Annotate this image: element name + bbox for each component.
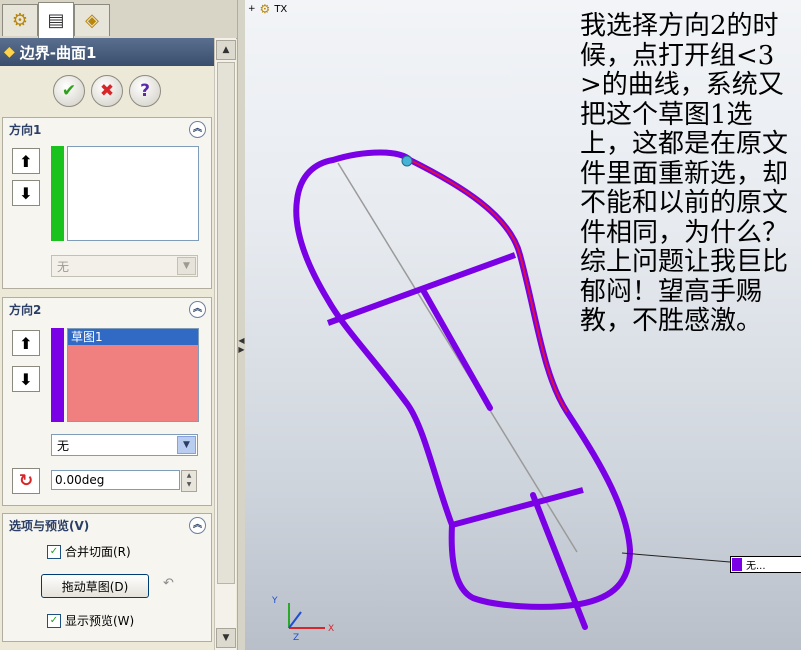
arrow-up-icon: ⬆ xyxy=(19,151,33,171)
help-icon: ? xyxy=(140,81,150,101)
curve-callout-tag[interactable]: 无... xyxy=(730,556,801,573)
merge-tangent-faces-label: 合并切面(R) xyxy=(65,545,131,559)
feature-manager-icon: ⚙ xyxy=(11,10,29,31)
move-down-button[interactable]: ⬇ xyxy=(12,366,40,392)
checkmark-icon[interactable]: ✓ xyxy=(47,544,61,559)
feature-title: 边界-曲面1 xyxy=(19,43,97,62)
cross-section-lower[interactable] xyxy=(451,487,584,528)
show-preview-label: 显示预览(W) xyxy=(65,614,135,628)
longitudinal-bar-upper[interactable] xyxy=(420,287,493,411)
options-title: 选项与预览(V) xyxy=(9,518,90,533)
callout-text: 无... xyxy=(746,561,766,572)
direction1-tangency-value: 无 xyxy=(57,260,70,274)
question-annotation-text: 我选择方向2的时候，点打开组<3>的曲线，系统又把这个草图1选上，这都是在原文件… xyxy=(580,11,789,336)
ok-button[interactable]: ✔ xyxy=(53,75,85,107)
direction1-tangency-select[interactable]: 无 ▼ xyxy=(51,255,198,277)
feature-title-bar: ◆ 边界-曲面1 xyxy=(0,38,214,66)
help-button[interactable]: ? xyxy=(129,75,161,107)
merge-tangent-faces-checkbox[interactable]: ✓ 合并切面(R) xyxy=(47,543,131,560)
cancel-button[interactable]: ✖ xyxy=(91,75,123,107)
collapse-icon[interactable]: ︽ xyxy=(189,121,206,138)
check-icon: ✔ xyxy=(61,81,77,101)
arrow-down-icon: ⬇ xyxy=(19,183,33,203)
boundary-surface-icon: ◆ xyxy=(4,44,15,60)
direction1-header[interactable]: 方向1 ︽ xyxy=(3,118,211,140)
direction2-curves-list[interactable]: 草图1 xyxy=(67,328,199,422)
scroll-down-icon[interactable]: ▼ xyxy=(216,628,236,648)
arrow-down-icon: ⬇ xyxy=(19,369,33,389)
options-header[interactable]: 选项与预览(V) ︽ xyxy=(3,514,211,536)
direction1-color-bar xyxy=(51,146,64,241)
scroll-up-icon[interactable]: ▲ xyxy=(216,40,236,60)
direction2-title: 方向2 xyxy=(9,302,42,317)
rotate-icon: ↻ xyxy=(18,471,34,491)
triad-x-label: X xyxy=(328,624,334,634)
configuration-manager-tab[interactable]: ◈ xyxy=(74,4,110,36)
collapse-icon[interactable]: ︽ xyxy=(189,517,206,534)
configuration-manager-icon: ◈ xyxy=(85,10,99,31)
direction2-header[interactable]: 方向2 ︽ xyxy=(3,298,211,320)
direction1-group: 方向1 ︽ ⬆ ⬇ 无 ▼ xyxy=(2,117,212,289)
scroll-thumb[interactable] xyxy=(217,62,235,584)
direction1-title: 方向1 xyxy=(9,122,42,137)
selection-point-marker[interactable] xyxy=(401,155,413,167)
graphics-viewport[interactable]: + ⚙ TX Y X Z 我选择方向2的时候，点打开组<3>的曲线，系统又把这个… xyxy=(245,0,801,650)
splitter-grip-icon[interactable]: ◀ ▶ xyxy=(238,336,245,354)
property-manager-tab[interactable]: ▤ xyxy=(38,2,74,38)
property-manager-icon: ▤ xyxy=(47,10,65,31)
checkmark-icon[interactable]: ✓ xyxy=(47,613,61,628)
direction2-group: 方向2 ︽ ⬆ ⬇ 草图1 无 ▼ ↻ 0.00deg ▲ ▼ xyxy=(2,297,212,506)
move-down-button[interactable]: ⬇ xyxy=(12,180,40,206)
callout-color-swatch xyxy=(732,558,742,571)
triad-y-label: Y xyxy=(271,596,278,606)
move-up-button[interactable]: ⬆ xyxy=(12,330,40,356)
list-item[interactable]: 草图1 xyxy=(68,329,198,345)
direction2-tangency-value: 无 xyxy=(57,439,70,453)
triad-z-label: Z xyxy=(293,633,299,643)
angle-spinner[interactable]: ▲ ▼ xyxy=(181,470,197,492)
direction2-color-bar xyxy=(51,328,64,422)
close-icon: ✖ xyxy=(99,81,115,101)
direction2-tangency-select[interactable]: 无 ▼ xyxy=(51,434,198,456)
panel-scrollbar[interactable]: ▲ ▼ xyxy=(214,38,236,650)
chevron-down-icon[interactable]: ▼ xyxy=(177,257,196,275)
undo-icon[interactable]: ↶ xyxy=(163,576,174,591)
drag-sketch-button[interactable]: 拖动草图(D) xyxy=(41,574,149,598)
arrow-up-icon: ⬆ xyxy=(19,333,33,353)
show-preview-checkbox[interactable]: ✓ 显示预览(W) xyxy=(47,612,134,629)
collapse-icon[interactable]: ︽ xyxy=(189,301,206,318)
feature-manager-tab[interactable]: ⚙ xyxy=(2,4,38,36)
direction1-curves-list[interactable] xyxy=(67,146,199,241)
reverse-direction-button[interactable]: ↻ xyxy=(12,468,40,494)
angle-input[interactable]: 0.00deg xyxy=(51,470,180,490)
property-manager-panel: ⚙ ▤ ◈ ◆ 边界-曲面1 ▲ ▼ ✔ ✖ ? 方向1 ︽ ⬆ ⬇ 无 ▼ 方… xyxy=(0,0,237,650)
options-group: 选项与预览(V) ︽ ✓ 合并切面(R) 拖动草图(D) ↶ ✓ 显示预览(W) xyxy=(2,513,212,642)
coordinate-triad: Y X Z xyxy=(271,596,334,643)
manager-tabstrip: ⚙ ▤ ◈ xyxy=(0,0,237,39)
callout-leader xyxy=(621,552,731,563)
chevron-down-icon[interactable]: ▼ xyxy=(177,436,196,454)
action-buttons: ✔ ✖ ? xyxy=(0,66,214,116)
move-up-button[interactable]: ⬆ xyxy=(12,148,40,174)
